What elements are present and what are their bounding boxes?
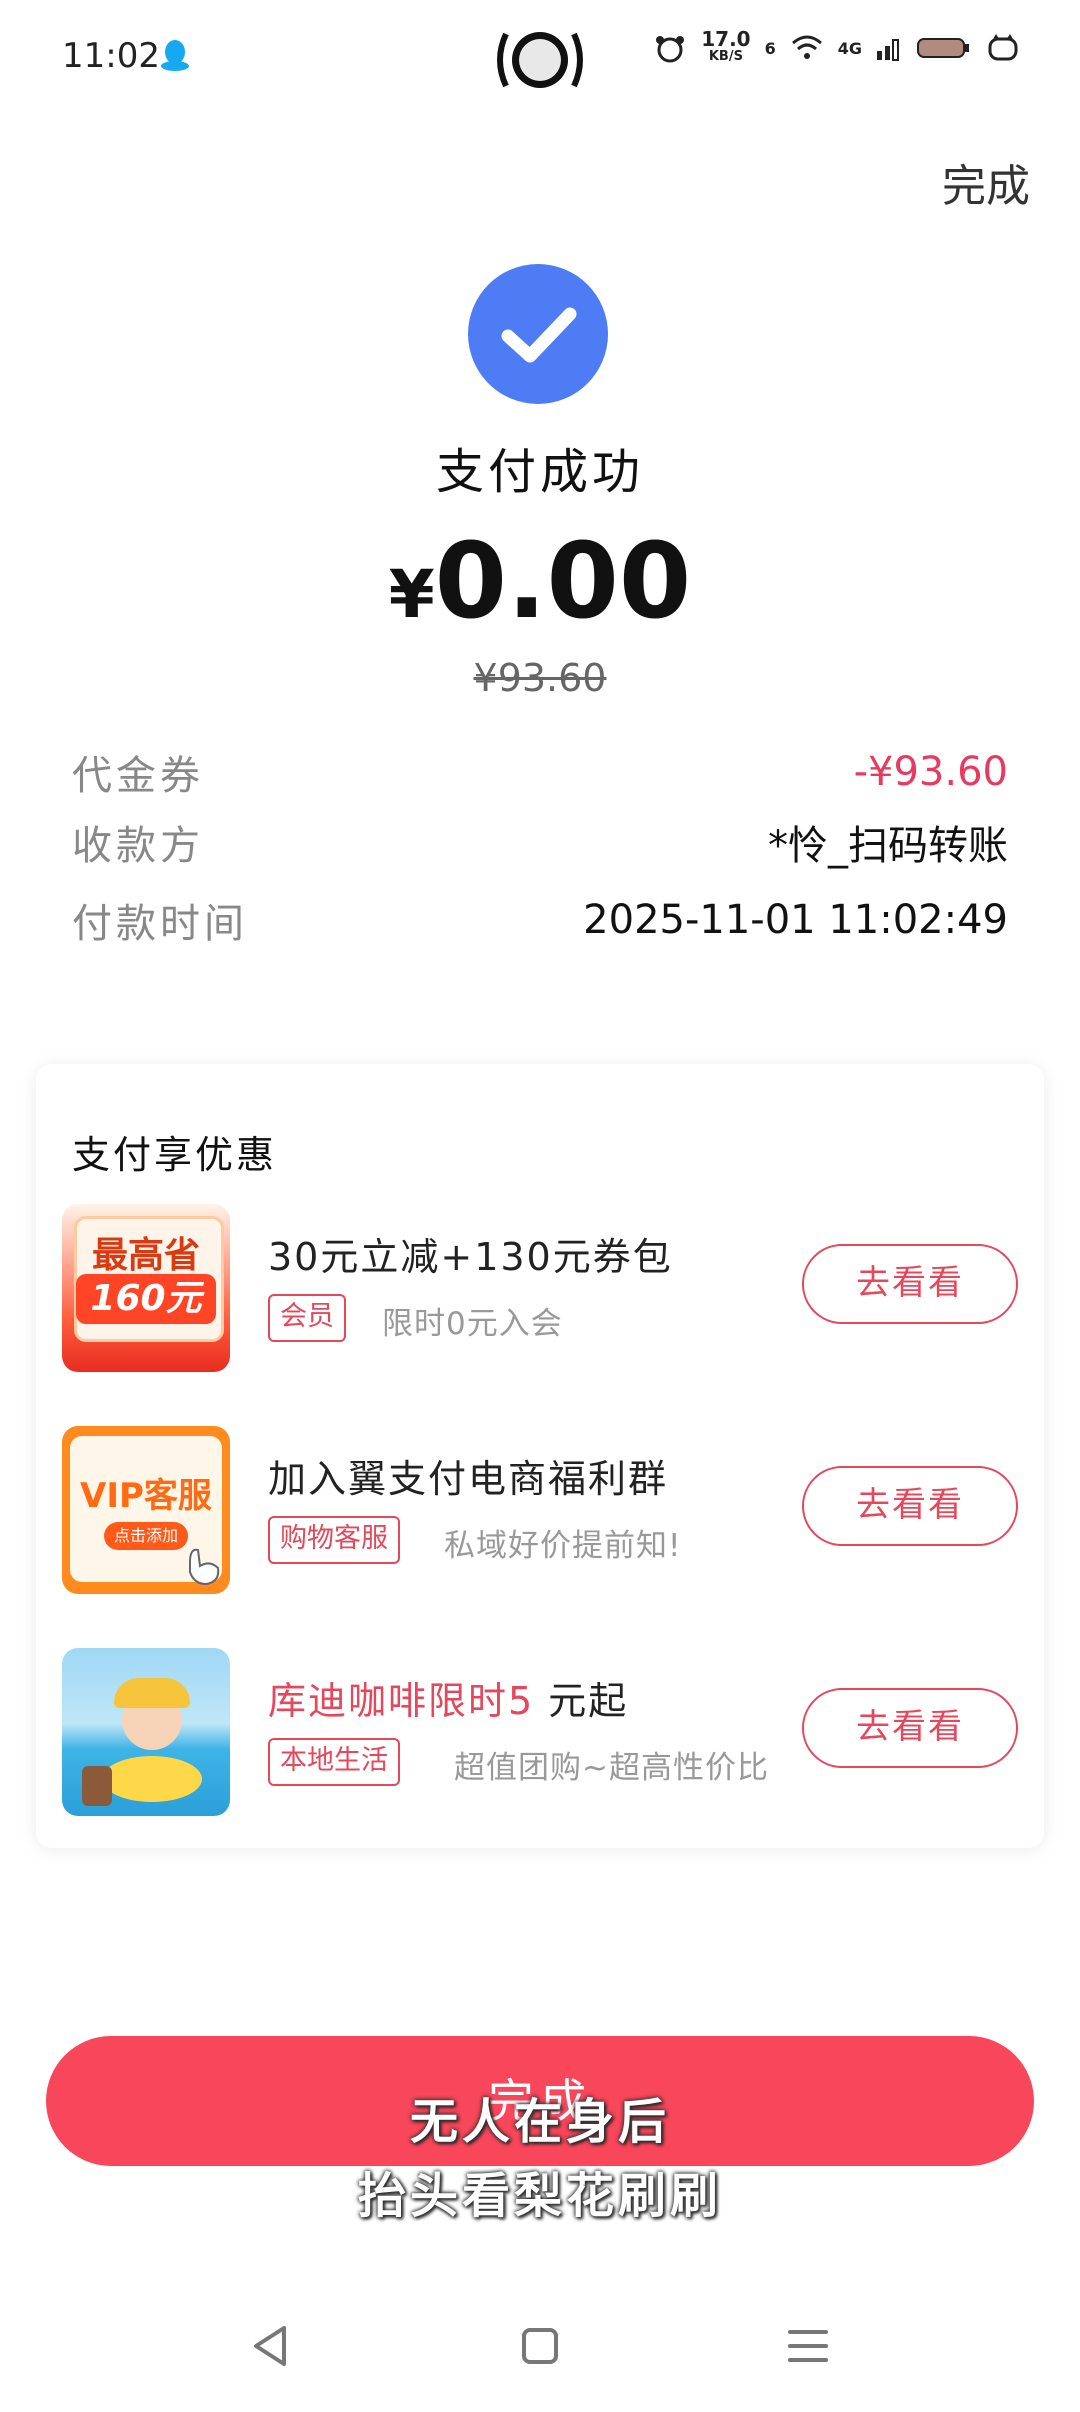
view-button[interactable]: 去看看 (802, 1466, 1018, 1546)
thumb-text: 160元 (76, 1274, 216, 1324)
promotions-card: 支付享优惠 最高省 160元 30元立减+130元券包 会员 限时0元入会 去看… (36, 1064, 1044, 1848)
payment-status-title: 支付成功 (435, 444, 644, 500)
home-nav-icon[interactable] (510, 2316, 570, 2376)
cat-icon (988, 34, 1018, 61)
done-link[interactable]: 完成 (942, 150, 1030, 214)
wifi-icon (791, 35, 822, 59)
signal-icon (877, 39, 899, 61)
status-indicators: 17.0 KB/S 6 4G (653, 27, 1020, 66)
promo-title: 加入翼支付电商福利群 (268, 1457, 669, 1501)
overlay-subtitle-line2: 抬头看梨花刷刷 (357, 2168, 722, 2224)
promo-tag: 本地生活 (268, 1738, 400, 1786)
promo-subtitle: 私域好价提前知! (444, 1528, 682, 1564)
promo-title: 30元立减+130元券包 (268, 1235, 673, 1279)
detail-value: -¥93.60 (853, 749, 1008, 795)
thumb-text: VIP客服 (80, 1476, 212, 1516)
sim-indicator: 6 (764, 38, 776, 58)
detail-label: 付款时间 (72, 901, 248, 947)
promo-title: 库迪咖啡限时5 元起 (268, 1670, 628, 1725)
promo-tag: 购物客服 (268, 1516, 400, 1564)
success-check-icon (468, 264, 608, 404)
promotions-title: 支付享优惠 (72, 1133, 278, 1177)
camera-cutout-icon (497, 32, 583, 88)
promo-tag: 会员 (268, 1294, 346, 1342)
status-time: 11:02 (62, 36, 160, 76)
promo-title-rest: 元起 (548, 1679, 629, 1723)
promo-thumbnail-coffee (62, 1648, 230, 1816)
detail-label: 收款方 (72, 823, 204, 869)
qq-notification-icon (161, 40, 189, 71)
detail-row-voucher: 代金券 -¥93.60 (72, 742, 1008, 802)
view-button[interactable]: 去看看 (802, 1688, 1018, 1768)
pointing-hand-icon (189, 1548, 220, 1586)
signal-label: 4G (837, 38, 862, 58)
thumb-text: 最高省 (91, 1235, 200, 1276)
menu-nav-icon[interactable] (778, 2316, 838, 2376)
detail-value: 2025-11-01 11:02:49 (583, 897, 1008, 943)
promo-title-highlight: 库迪咖啡限时5 (268, 1679, 535, 1723)
view-button[interactable]: 去看看 (802, 1244, 1018, 1324)
promo-subtitle: 超值团购~超高性价比 (454, 1750, 769, 1786)
paid-amount: ¥0.00 (0, 520, 1080, 642)
promo-item-vip-group[interactable]: VIP客服 点击添加 加入翼支付电商福利群 购物客服 私域好价提前知! 去看看 (62, 1426, 1018, 1594)
original-amount: ¥93.60 (473, 656, 607, 700)
promo-subtitle: 限时0元入会 (382, 1306, 563, 1342)
currency-symbol: ¥ (388, 556, 435, 633)
battery-icon (917, 38, 969, 58)
bear-icon (656, 36, 685, 63)
promo-thumbnail-savings: 最高省 160元 (62, 1204, 230, 1372)
detail-row-time: 付款时间 2025-11-01 11:02:49 (72, 890, 1008, 950)
back-nav-icon[interactable] (240, 2316, 300, 2376)
detail-row-payee: 收款方 *怜_扫码转账 (72, 812, 1008, 872)
promo-item-coffee[interactable]: 库迪咖啡限时5 元起 本地生活 超值团购~超高性价比 去看看 (62, 1648, 1018, 1816)
detail-value: *怜_扫码转账 (768, 823, 1008, 869)
promo-thumbnail-vip: VIP客服 点击添加 (62, 1426, 230, 1594)
thumb-text: 点击添加 (104, 1522, 188, 1550)
detail-label: 代金券 (72, 753, 204, 799)
network-speed: 17.0 KB/S (701, 27, 751, 64)
promo-item-membership[interactable]: 最高省 160元 30元立减+130元券包 会员 限时0元入会 去看看 (62, 1204, 1018, 1372)
overlay-subtitle-line1: 无人在身后 (409, 2094, 670, 2150)
amount-value: 0.00 (434, 520, 692, 642)
